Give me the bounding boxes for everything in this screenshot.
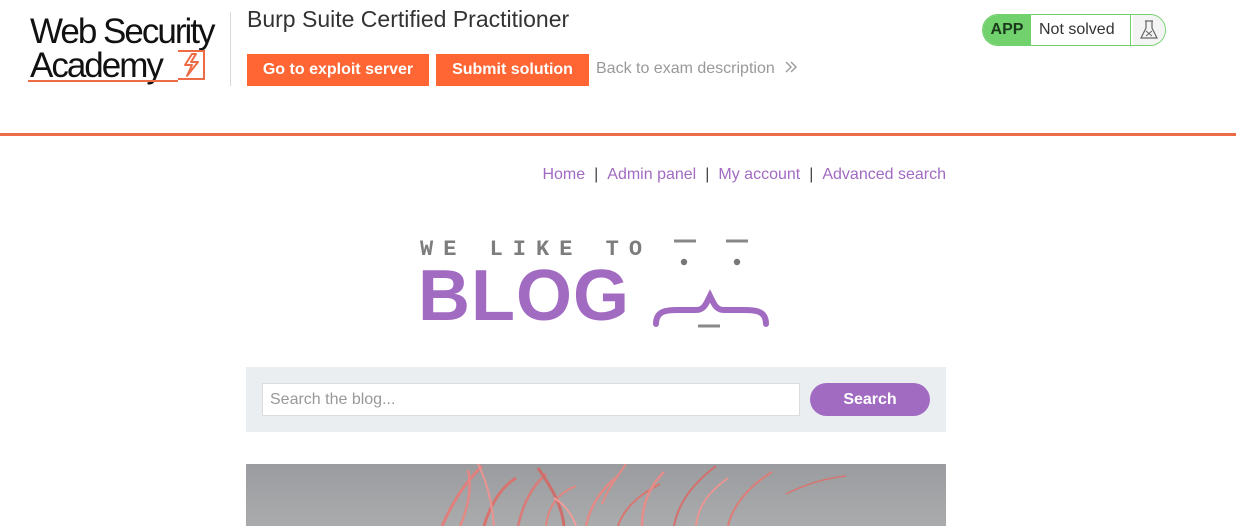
status-divider xyxy=(1130,15,1131,45)
blog-wordmark: BLOG xyxy=(418,256,630,336)
search-button[interactable]: Search xyxy=(810,383,930,416)
submit-solution-button[interactable]: Submit solution xyxy=(436,54,589,86)
nav-advanced-search-link[interactable]: Advanced search xyxy=(822,166,946,183)
header-divider xyxy=(230,12,231,86)
web-security-academy-logo[interactable]: Web Security Academy xyxy=(28,12,228,86)
blog-logo: WE LIKE TO BLOG xyxy=(416,234,776,334)
blog-post-image[interactable] xyxy=(246,464,946,526)
nav-admin-panel-link[interactable]: Admin panel xyxy=(607,166,696,183)
nav-my-account-link[interactable]: My account xyxy=(718,166,800,183)
nav-separator: | xyxy=(809,166,814,183)
exam-title: Burp Suite Certified Practitioner xyxy=(247,6,570,32)
nav-separator: | xyxy=(705,166,710,183)
blog-search-bar: Search xyxy=(246,367,946,432)
top-navigation: Home | Admin panel | My account | Advanced sea… xyxy=(542,166,946,184)
chevron-double-right-icon xyxy=(785,61,798,73)
lab-status-widget: APP Not solved xyxy=(982,14,1166,46)
logo-text-line1: Web Security xyxy=(30,12,215,51)
back-to-exam-description-link[interactable]: Back to exam description xyxy=(596,60,798,78)
nav-separator: | xyxy=(594,166,599,183)
flask-icon-container xyxy=(1133,15,1165,45)
nav-home-link[interactable]: Home xyxy=(542,166,585,183)
back-link-label: Back to exam description xyxy=(596,60,775,77)
brace-face-icon xyxy=(653,239,769,328)
logo-text-line2: Academy xyxy=(30,46,164,85)
go-to-exploit-server-button[interactable]: Go to exploit server xyxy=(247,54,429,86)
lightning-icon xyxy=(178,50,205,80)
lab-status-text: Not solved xyxy=(1039,21,1115,38)
logo-underline xyxy=(28,80,178,82)
flask-icon xyxy=(1140,20,1158,39)
lab-header: Web Security Academy Burp Suite Certifie… xyxy=(0,0,1236,136)
hair-image-art xyxy=(440,464,847,526)
app-badge: APP xyxy=(983,15,1031,45)
search-input[interactable] xyxy=(262,383,800,416)
